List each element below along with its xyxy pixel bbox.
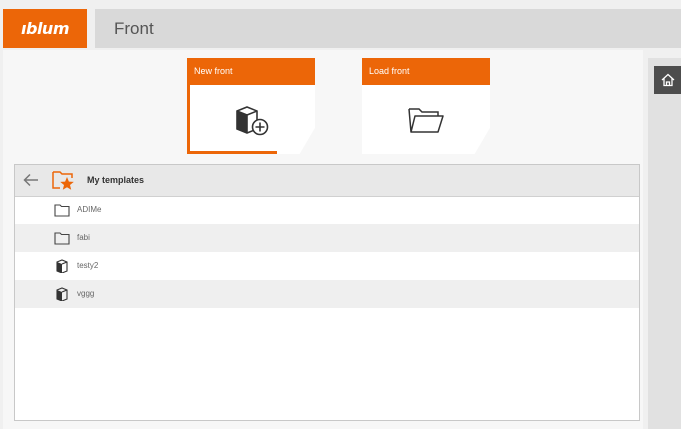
logo-text: ıblum xyxy=(21,19,69,38)
templates-panel: My templates ADIMe fabi testy2 vggg xyxy=(14,164,640,421)
load-front-body xyxy=(362,85,490,154)
cube-icon xyxy=(56,259,68,273)
list-item-label: vggg xyxy=(77,289,95,298)
folder-icon xyxy=(54,204,70,217)
active-accent-bottom xyxy=(187,151,277,154)
load-front-card[interactable]: Load front xyxy=(362,58,490,154)
list-item[interactable]: ADIMe xyxy=(15,196,639,224)
cube-icon xyxy=(56,287,68,301)
app-header: ıblum Front xyxy=(0,0,681,50)
list-item-label: testy2 xyxy=(77,261,99,270)
folder-icon xyxy=(54,232,70,245)
back-arrow-icon xyxy=(23,173,38,187)
favorites-folder-button[interactable] xyxy=(51,169,75,191)
list-item[interactable]: vggg xyxy=(15,280,639,308)
blum-logo: ıblum xyxy=(3,9,87,48)
home-icon xyxy=(661,73,674,87)
title-bar: Front xyxy=(95,9,681,48)
active-accent-left xyxy=(187,85,190,154)
right-sidebar xyxy=(648,58,681,429)
page-title: Front xyxy=(114,19,154,38)
add-cube-icon xyxy=(236,105,269,135)
list-item[interactable]: fabi xyxy=(15,224,639,252)
list-item[interactable]: testy2 xyxy=(15,252,639,280)
favorite-folder-icon xyxy=(52,171,74,190)
home-button[interactable] xyxy=(654,66,681,94)
templates-title: My templates xyxy=(87,175,145,185)
templates-header: My templates xyxy=(15,165,639,197)
new-front-card[interactable]: New front xyxy=(187,58,315,154)
new-front-body xyxy=(187,85,315,154)
list-item-label: ADIMe xyxy=(77,205,102,214)
back-button[interactable] xyxy=(21,171,41,189)
new-front-label: New front xyxy=(187,58,315,85)
load-front-label: Load front xyxy=(362,58,490,85)
open-folder-icon xyxy=(408,107,444,133)
list-item-label: fabi xyxy=(77,233,90,242)
